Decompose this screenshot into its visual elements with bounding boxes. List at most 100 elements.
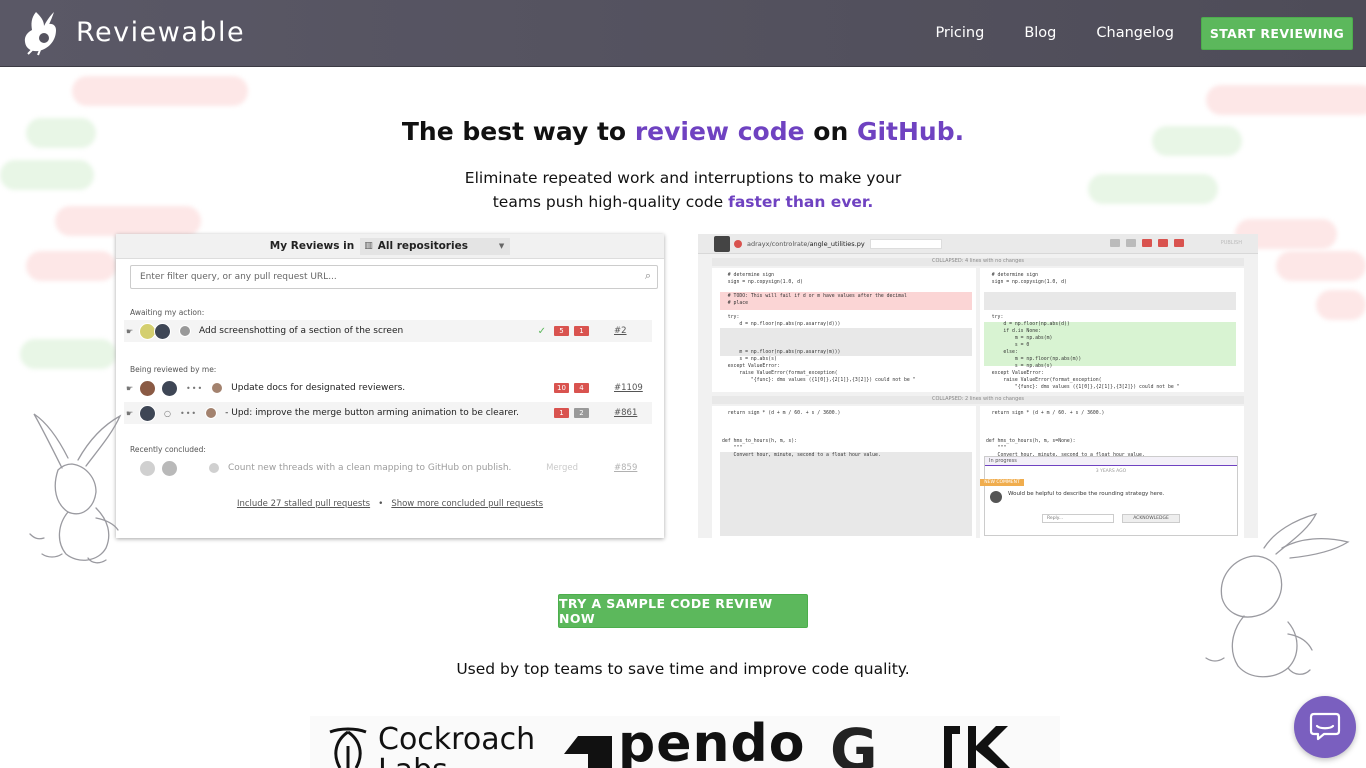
discussion-badge: 5 <box>554 326 569 336</box>
pr-number-link[interactable]: #2 <box>614 326 652 336</box>
hero-title-accent-2: GitHub. <box>856 117 965 146</box>
repo-filter-value: All repositories <box>377 240 468 252</box>
code-left-2: return sign * (d + m / 60. + s / 3600.) … <box>722 411 881 458</box>
diff-pane-left: # determine sign sign = np.copysign(1.0,… <box>712 268 976 392</box>
hero-title-accent-1: review code <box>634 117 805 146</box>
cockroach-line-2: Labs <box>378 753 448 768</box>
author-avatar <box>211 382 224 394</box>
reviewable-logo-icon <box>714 235 730 252</box>
comment-text: Would be helpful to describe the roundin… <box>1008 491 1165 497</box>
google-logo: G <box>830 716 878 768</box>
files-badge: 1 <box>574 326 589 336</box>
file-path-prefix: adrayx/controlrate/ <box>747 239 810 248</box>
chat-icon <box>1309 712 1341 741</box>
contrast-icon[interactable] <box>1126 239 1136 247</box>
reply-input[interactable]: Reply... <box>1042 514 1114 523</box>
author-avatar <box>179 325 191 337</box>
cockroach-logo-text: CockroachLabs <box>378 724 535 768</box>
chevron-down-icon: ▼ <box>498 242 505 250</box>
author-avatar <box>208 462 220 474</box>
hero-subtitle-line-1: Eliminate repeated work and interruption… <box>464 169 902 187</box>
hero-title-text-2: on <box>804 117 857 146</box>
status-dot <box>734 239 742 248</box>
k-company-logo <box>944 726 1010 768</box>
reviews-dashboard-screenshot: My Reviews in ▥ All repositories ▼ Enter… <box>116 234 664 538</box>
collapsed-lines-2[interactable]: COLLAPSED: 2 lines with no changes <box>712 396 1244 404</box>
try-sample-review-button[interactable]: TRY A SAMPLE CODE REVIEW NOW <box>558 594 808 628</box>
file-path: adrayx/controlrate/angle_utilities.py <box>747 240 865 248</box>
pr-meta: ✓ 5 1 #2 <box>538 326 652 337</box>
discussion-badge: 10 <box>554 383 569 393</box>
author-avatar <box>205 407 218 419</box>
filter-query-input[interactable]: Enter filter query, or any pull request … <box>130 265 658 289</box>
more-icon: ••• <box>179 408 198 418</box>
comments-icon[interactable] <box>1158 239 1168 247</box>
files-icon[interactable] <box>1142 239 1152 247</box>
pr-title[interactable]: - Upd: improve the merge button arming a… <box>225 408 519 418</box>
cockroach-icon <box>329 727 367 768</box>
pr-meta: 1 2 #861 <box>554 408 652 418</box>
pendo-icon <box>564 736 612 768</box>
files-badge: 2 <box>574 408 589 418</box>
hero-title-text-1: The best way to <box>401 117 635 146</box>
check-icon: ✓ <box>537 325 546 337</box>
more-concluded-link[interactable]: Show more concluded pull requests <box>391 499 543 509</box>
pendo-logo-text: pendo <box>618 714 806 768</box>
file-name: angle_utilities.py <box>809 239 865 248</box>
customer-logos: CockroachLabs pendo G <box>310 714 1060 768</box>
pr-meta: 10 4 #1109 <box>554 383 652 393</box>
drafts-icon[interactable] <box>1174 239 1184 247</box>
pr-row[interactable]: Count new threads with a clean mapping t… <box>124 457 652 479</box>
pr-row[interactable]: ☛ ○ ••• - Upd: improve the merge button … <box>124 402 652 424</box>
section-recently-concluded: Recently concluded: <box>130 445 206 454</box>
start-reviewing-button[interactable]: START REVIEWING <box>1201 16 1353 50</box>
avatar <box>154 322 171 340</box>
reviews-header: My Reviews in ▥ All repositories ▼ <box>116 234 664 259</box>
pin-icon: ☛ <box>126 326 134 336</box>
hero-subtitle: Eliminate repeated work and interruption… <box>0 166 1366 214</box>
bunny-illustration-right <box>1205 512 1350 678</box>
repo-icon: ▥ <box>364 241 373 251</box>
diff-pane-left-2: return sign * (d + m / 60. + s / 3600.) … <box>712 406 976 538</box>
heart-icon[interactable] <box>1110 239 1120 247</box>
section-being-reviewed: Being reviewed by me: <box>130 365 217 374</box>
avatar <box>139 404 156 422</box>
brand-logo[interactable]: Reviewable <box>22 8 245 56</box>
stalled-prs-link[interactable]: Include 27 stalled pull requests <box>237 499 370 509</box>
pin-icon: ☛ <box>126 383 134 393</box>
reviews-heading: My Reviews in <box>269 240 355 252</box>
brand-name: Reviewable <box>76 16 246 48</box>
pr-number-link[interactable]: #1109 <box>614 383 652 393</box>
hero-subtitle-line-2: teams push high-quality code <box>492 193 729 211</box>
pr-row[interactable]: ☛ Add screenshotting of a section of the… <box>124 320 652 342</box>
chat-launcher-button[interactable] <box>1294 696 1356 758</box>
reviewable-logo-icon <box>24 12 56 56</box>
more-icon: ••• <box>186 383 204 393</box>
code-right: # determine sign sign = np.copysign(1.0,… <box>991 273 1180 390</box>
discussion-status: In progress <box>989 458 1017 464</box>
top-nav-bar: Reviewable Pricing Blog Changelog START … <box>0 0 1366 67</box>
pr-number-link[interactable]: #861 <box>614 408 652 418</box>
avatar <box>161 459 178 477</box>
repo-filter-select[interactable]: ▥ All repositories ▼ <box>360 237 511 255</box>
nav-pricing[interactable]: Pricing <box>935 25 984 41</box>
teams-tagline: Used by top teams to save time and impro… <box>456 660 910 678</box>
pr-number-link[interactable]: #859 <box>614 463 652 473</box>
collapsed-lines-1[interactable]: COLLAPSED: 4 lines with no changes <box>712 258 1244 266</box>
pr-title[interactable]: Count new threads with a clean mapping t… <box>228 463 511 473</box>
pr-row[interactable]: ☛ ••• Update docs for designated reviewe… <box>124 377 652 399</box>
acknowledge-button[interactable]: ACKNOWLEDGE <box>1122 514 1180 523</box>
files-badge: 4 <box>574 383 589 393</box>
revision-range[interactable] <box>870 239 942 249</box>
publish-button[interactable]: PUBLISH <box>1221 240 1242 246</box>
nav-blog[interactable]: Blog <box>1024 25 1056 41</box>
dashboard-footer-links: Include 27 stalled pull requests • Show … <box>116 499 664 509</box>
nav-changelog[interactable]: Changelog <box>1096 25 1174 41</box>
avatar <box>139 459 156 477</box>
pr-title[interactable]: Update docs for designated reviewers. <box>231 383 405 393</box>
cockroach-labs-logo: CockroachLabs <box>326 724 535 768</box>
pr-title[interactable]: Add screenshotting of a section of the s… <box>199 326 403 336</box>
diff-pane-right: # determine sign sign = np.copysign(1.0,… <box>980 268 1244 392</box>
merged-status: Merged <box>546 463 578 473</box>
section-awaiting: Awaiting my action: <box>130 308 205 317</box>
